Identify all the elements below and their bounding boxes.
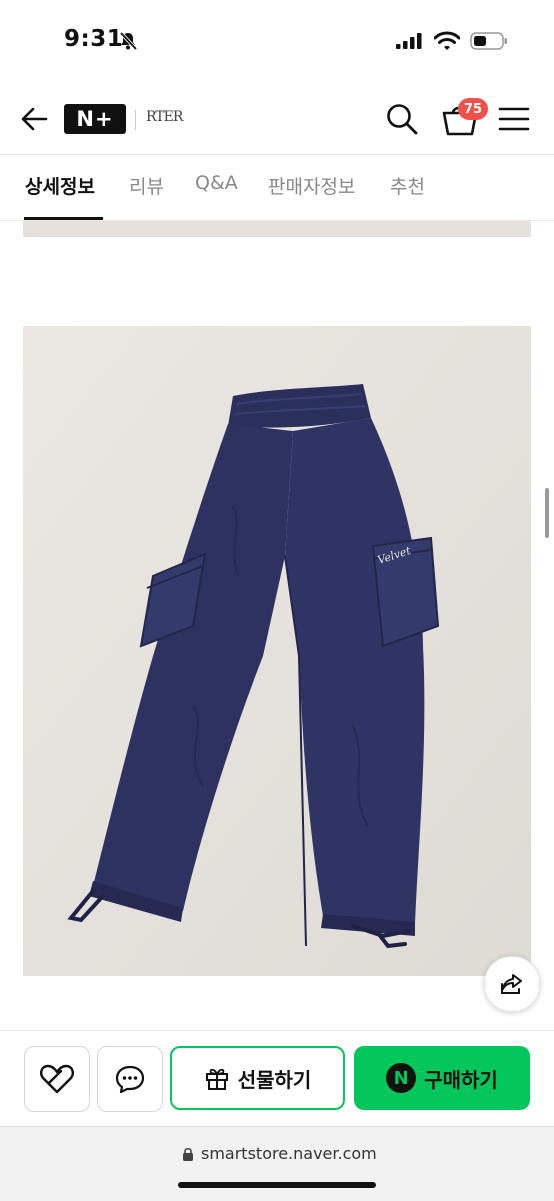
bell-slash-icon bbox=[119, 31, 138, 51]
status-time: 9:31 bbox=[64, 26, 124, 52]
gift-button[interactable]: 선물하기 bbox=[170, 1046, 345, 1110]
cart-count-badge: 75 bbox=[458, 98, 488, 120]
naver-plus-logo[interactable]: N+ bbox=[64, 104, 126, 134]
share-icon bbox=[501, 974, 522, 994]
tab-reviews[interactable]: 리뷰 bbox=[129, 172, 164, 199]
gift-label: 선물하기 bbox=[237, 1067, 312, 1092]
buy-button[interactable]: N 구매하기 bbox=[354, 1046, 530, 1110]
talk-button[interactable] bbox=[97, 1046, 163, 1112]
buy-label: 구매하기 bbox=[424, 1067, 498, 1092]
share-button[interactable] bbox=[484, 956, 540, 1012]
search-icon[interactable] bbox=[384, 101, 420, 137]
gift-icon bbox=[205, 1068, 228, 1090]
cargo-pants-illustration: Velvet bbox=[23, 326, 531, 976]
wish-button[interactable] bbox=[24, 1046, 90, 1112]
battery-icon bbox=[470, 32, 507, 50]
menu-icon[interactable] bbox=[498, 104, 530, 134]
brand-logo[interactable]: RTER bbox=[146, 109, 183, 125]
signal-icon bbox=[396, 33, 422, 49]
naver-pay-badge: N bbox=[386, 1063, 417, 1093]
lock-icon bbox=[183, 1147, 193, 1161]
heart-icon bbox=[40, 1064, 74, 1094]
scrollbar[interactable] bbox=[545, 488, 549, 538]
url-text[interactable]: smartstore.naver.com bbox=[201, 1144, 377, 1163]
tab-recommend[interactable]: 추천 bbox=[390, 172, 425, 199]
browser-url-bar[interactable] bbox=[0, 1126, 554, 1201]
action-bar-divider bbox=[0, 1030, 554, 1031]
chat-bubble-icon bbox=[115, 1065, 145, 1094]
product-photo: Velvet bbox=[23, 326, 531, 976]
wifi-icon bbox=[434, 31, 460, 50]
home-indicator[interactable] bbox=[178, 1182, 376, 1188]
back-arrow-icon[interactable] bbox=[18, 102, 52, 136]
logo-divider bbox=[135, 110, 136, 130]
detail-tabs: 상세정보 리뷰 Q&A 판매자정보 추천 bbox=[0, 160, 554, 220]
header-divider bbox=[0, 154, 554, 155]
previous-image-edge bbox=[23, 221, 531, 237]
tab-qna[interactable]: Q&A bbox=[195, 172, 238, 194]
tab-details[interactable]: 상세정보 bbox=[25, 172, 95, 199]
tab-seller-info[interactable]: 판매자정보 bbox=[268, 172, 355, 199]
